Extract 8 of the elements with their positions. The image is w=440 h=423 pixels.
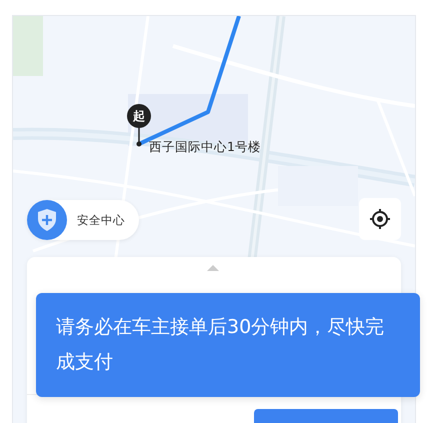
locate-button[interactable] <box>359 198 401 240</box>
expand-handle-icon[interactable] <box>207 265 219 271</box>
start-label: 西子国际中心1号楼 <box>149 139 261 156</box>
safety-center-button[interactable]: 安全中心 <box>27 200 139 240</box>
toast-message: 请务必在车主接单后30分钟内，尽快完成支付 <box>36 293 420 397</box>
locate-icon <box>369 208 391 230</box>
shield-icon <box>27 200 67 240</box>
pin-stem-icon <box>136 126 142 146</box>
